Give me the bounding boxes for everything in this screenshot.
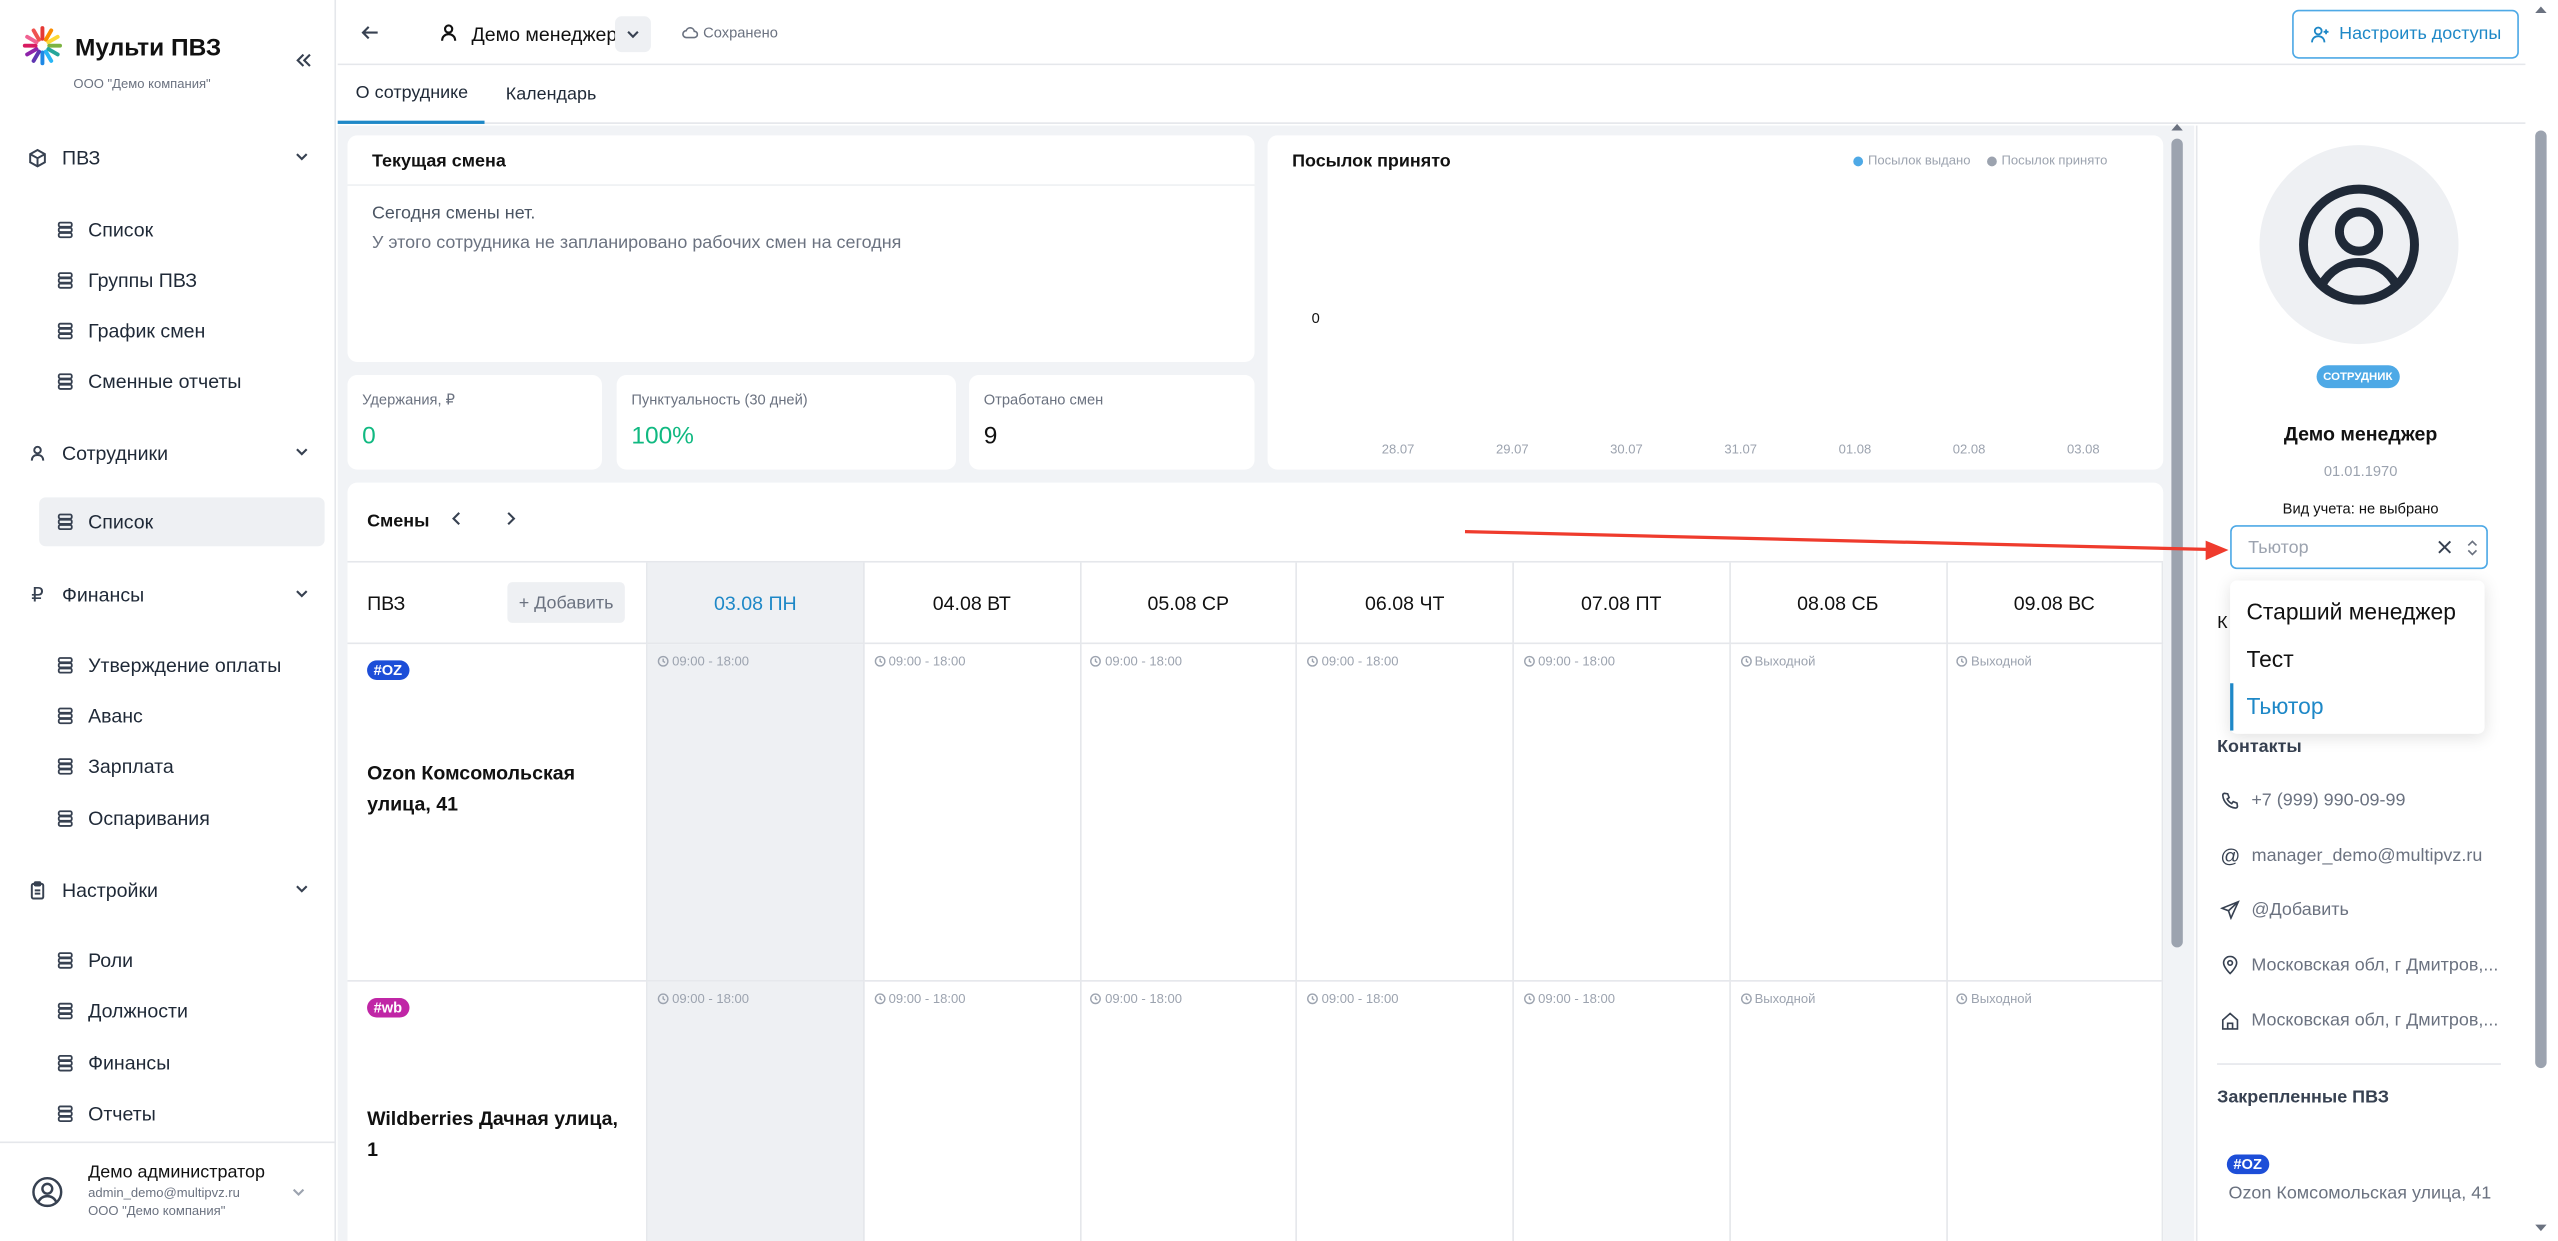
- red-annotation-arrow: [1464, 529, 2229, 561]
